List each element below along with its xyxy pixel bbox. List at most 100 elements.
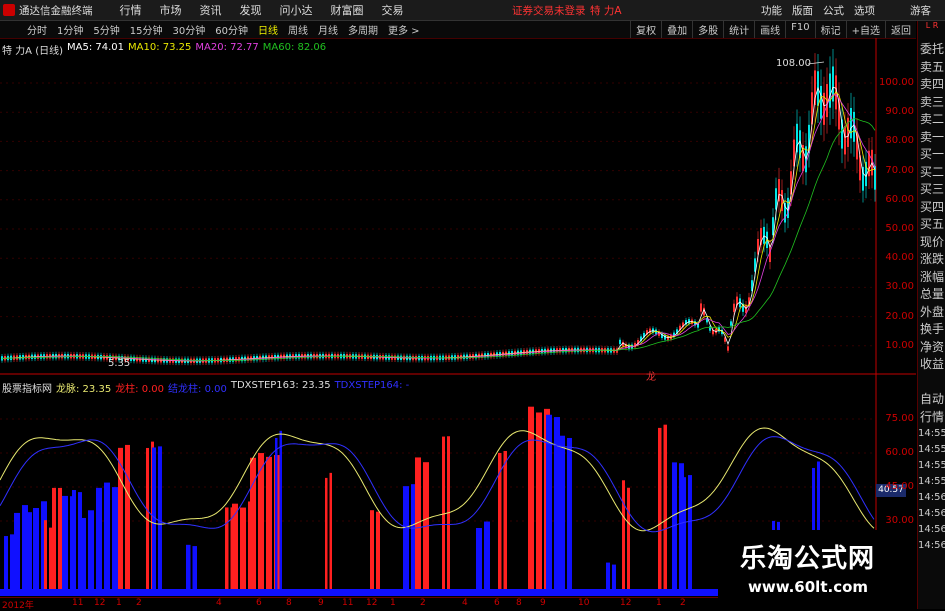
step163-value: TDXSTEP163: 23.35 bbox=[230, 380, 331, 391]
long-vein-curve bbox=[0, 427, 875, 532]
candle-body bbox=[730, 321, 732, 326]
indicator-legend: 股票指标网 龙脉: 23.35 龙柱: 0.00 结龙柱: 0.00 TDXST… bbox=[2, 380, 409, 395]
indicator-pillar bbox=[606, 562, 610, 590]
date-axis-label: 2 bbox=[420, 598, 426, 608]
chart-title: 特 力A (日线) bbox=[2, 46, 64, 57]
indicator-axis-tick: 60.00 bbox=[885, 447, 914, 458]
candle-body bbox=[850, 108, 852, 139]
date-axis-label: 1 bbox=[656, 598, 662, 608]
indicator-pillar bbox=[627, 487, 630, 590]
indicator-pillar bbox=[560, 435, 565, 590]
indicator-pillar bbox=[688, 475, 692, 590]
watermark-title: 乐淘公式网 bbox=[740, 544, 876, 574]
ma-legend: 特 力A (日线) MA5: 74.01 MA10: 73.25 MA20: 7… bbox=[2, 42, 326, 57]
signal-label: 龙 bbox=[646, 372, 656, 383]
date-axis-label: 12 bbox=[366, 598, 378, 608]
candle-body bbox=[820, 85, 822, 119]
price-axis-tick: 50.00 bbox=[885, 223, 914, 234]
step-curve bbox=[0, 436, 875, 533]
indicator-pillar bbox=[403, 486, 409, 590]
date-axis-label: 6 bbox=[494, 598, 500, 608]
indicator-pillar bbox=[567, 437, 572, 590]
indicator-pillar bbox=[250, 457, 256, 590]
peak-price-label: 108.00 bbox=[776, 58, 811, 69]
indicator-pillar bbox=[370, 510, 374, 590]
price-axis-tick: 40.00 bbox=[885, 252, 914, 264]
indicator-pillar bbox=[22, 510, 26, 590]
indicator-pillar bbox=[58, 487, 62, 590]
indicator-pillar bbox=[622, 480, 625, 590]
indicator-pillar bbox=[10, 534, 14, 590]
indicator-pillar bbox=[225, 507, 229, 590]
indicator-pillar bbox=[476, 527, 482, 590]
indicator-pillar bbox=[52, 487, 56, 590]
indicator-pillar bbox=[682, 477, 686, 590]
golden-pillar-value: 结龙柱: 0.00 bbox=[168, 384, 227, 395]
price-axis-tick: 80.00 bbox=[885, 135, 914, 147]
date-axis-label: 2 bbox=[680, 598, 686, 608]
date-axis-label: 8 bbox=[516, 598, 522, 608]
ma20-line bbox=[1, 94, 876, 362]
date-axis-label: 1 bbox=[390, 598, 396, 608]
indicator-pillar bbox=[528, 406, 534, 590]
price-axis-tick: 30.00 bbox=[885, 281, 914, 293]
ma5-line bbox=[1, 86, 876, 362]
indicator-pillar bbox=[554, 417, 560, 590]
candle-body bbox=[733, 303, 735, 312]
ma60-line bbox=[1, 118, 876, 361]
indicator-pillar bbox=[158, 446, 162, 590]
price-axis-tick: 60.00 bbox=[885, 193, 914, 205]
date-axis-label: 11 bbox=[342, 598, 354, 608]
candle-body bbox=[727, 346, 729, 351]
watermark: 乐淘公式网 www.60lt.com bbox=[718, 530, 916, 609]
ma60-value: MA60: 82.06 bbox=[262, 42, 327, 53]
long-vein-value: 龙脉: 23.35 bbox=[56, 384, 112, 395]
indicator-pillar bbox=[663, 424, 667, 590]
indicator-pillar bbox=[275, 437, 278, 590]
indicator-pillar bbox=[44, 520, 47, 590]
indicator-pillar bbox=[536, 412, 542, 590]
date-axis-label: 1 bbox=[116, 598, 122, 608]
date-axis-label: 10 bbox=[578, 598, 590, 608]
indicator-pillar bbox=[72, 490, 76, 590]
indicator-pillar bbox=[240, 507, 246, 590]
ma10-value: MA10: 73.25 bbox=[128, 42, 192, 53]
date-axis-label: 12 bbox=[94, 598, 106, 608]
candle-body bbox=[700, 303, 702, 312]
price-axis-tick: 90.00 bbox=[885, 106, 914, 118]
date-axis-label: 2 bbox=[136, 598, 142, 608]
kline-chart[interactable] bbox=[0, 0, 945, 609]
indicator-pillar bbox=[80, 517, 86, 590]
indicator-pillar bbox=[14, 512, 20, 590]
indicator-title[interactable]: 股票指标网 bbox=[2, 380, 52, 395]
candle-body bbox=[844, 126, 846, 155]
indicator-pillar bbox=[28, 512, 32, 590]
indicator-pillar bbox=[118, 447, 123, 590]
indicator-pillar bbox=[503, 450, 507, 590]
indicator-pillar bbox=[49, 527, 52, 590]
date-axis-label: 11 bbox=[72, 598, 84, 608]
candle-body bbox=[829, 73, 831, 108]
indicator-pillar bbox=[33, 507, 39, 590]
date-axis-label: 9 bbox=[540, 598, 546, 608]
indicator-pillar bbox=[125, 444, 130, 590]
indicator-pillar bbox=[266, 456, 272, 590]
indicator-axis-tick: 45.00 bbox=[885, 481, 914, 492]
date-axis-label: 9 bbox=[318, 598, 324, 608]
indicator-pillar bbox=[498, 452, 502, 590]
dragon-pillar-value: 龙柱: 0.00 bbox=[115, 384, 165, 395]
price-axis-tick: 70.00 bbox=[885, 164, 914, 176]
indicator-axis-tick: 30.00 bbox=[885, 515, 914, 526]
indicator-pillar bbox=[329, 472, 332, 590]
ma10-line bbox=[1, 91, 876, 362]
indicator-pillar bbox=[186, 544, 191, 590]
indicator-pillar bbox=[4, 536, 8, 590]
candle-body bbox=[763, 226, 765, 244]
step164-value: TDXSTEP164: - bbox=[334, 380, 410, 391]
indicator-pillar bbox=[612, 564, 616, 590]
indicator-pillar bbox=[658, 427, 662, 590]
ma5-value: MA5: 74.01 bbox=[67, 42, 125, 53]
price-axis-tick: 10.00 bbox=[885, 339, 914, 351]
price-axis-tick: 100.00 bbox=[879, 77, 914, 88]
indicator-pillar bbox=[325, 477, 328, 590]
